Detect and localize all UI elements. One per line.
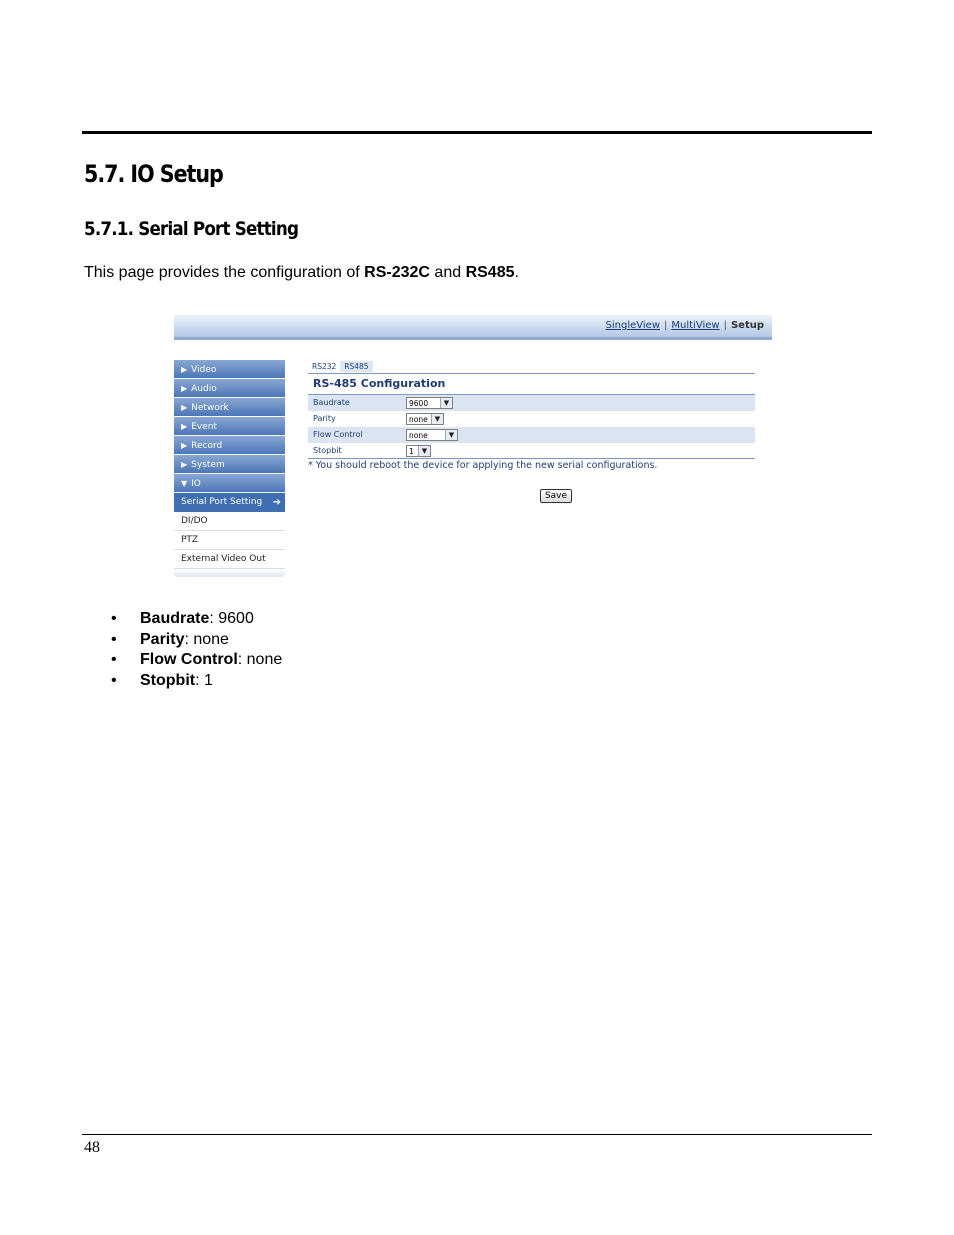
form-row-parity: Parity none ▼ xyxy=(308,411,755,427)
sidebar-item-network[interactable]: ▶ Network xyxy=(174,398,285,417)
parity-select[interactable]: none ▼ xyxy=(406,413,444,425)
parity-label: Parity xyxy=(313,414,336,423)
chevron-down-icon: ▼ xyxy=(431,414,443,424)
intro-text-and: and xyxy=(429,264,466,281)
list-term: Stopbit xyxy=(140,672,196,690)
ui-screenshot: SingleView | MultiView | Setup ▶ Video ▶ Audio… xyxy=(174,315,772,583)
flow-control-label: Flow Control xyxy=(313,430,363,439)
list-term: Parity xyxy=(140,630,185,648)
header-rule xyxy=(82,131,872,134)
sidebar-item-ptz[interactable]: PTZ xyxy=(174,531,285,550)
intro-text: This page provides the configuration of xyxy=(84,264,365,281)
tab-rs485[interactable]: RS485 xyxy=(340,361,373,372)
list-item: Stopbit: 1 xyxy=(110,672,282,693)
intro-period: . xyxy=(514,264,519,281)
sidebar-item-dido[interactable]: DI/DO xyxy=(174,512,285,531)
triangle-down-icon: ▼ xyxy=(181,479,188,488)
sidebar-item-label: IO xyxy=(191,479,201,489)
section-heading: 5.7. IO Setup xyxy=(84,160,224,188)
sidebar-item-audio[interactable]: ▶ Audio xyxy=(174,379,285,398)
triangle-right-icon: ▶ xyxy=(181,441,188,450)
sidebar-item-label: Serial Port Setting xyxy=(181,497,263,507)
sidebar-item-event[interactable]: ▶ Event xyxy=(174,417,285,436)
sidebar-item-record[interactable]: ▶ Record xyxy=(174,436,285,455)
list-item: Baudrate: 9600 xyxy=(110,610,282,631)
sidebar-item-system[interactable]: ▶ System xyxy=(174,455,285,474)
sidebar-footer xyxy=(174,569,285,577)
tab-rs232[interactable]: RS232 xyxy=(308,361,340,372)
list-item: Flow Control: none xyxy=(110,651,282,672)
sidebar-item-external-video-out[interactable]: External Video Out xyxy=(174,550,285,569)
triangle-right-icon: ▶ xyxy=(181,403,188,412)
baudrate-label: Baudrate xyxy=(313,398,350,407)
sidebar-item-label: Video xyxy=(191,365,217,375)
subsection-heading: 5.7.1. Serial Port Setting xyxy=(84,218,299,240)
list-value: : 1 xyxy=(195,672,213,690)
form-divider xyxy=(308,458,755,459)
parity-value: none xyxy=(409,415,428,424)
stopbit-label: Stopbit xyxy=(313,446,342,455)
triangle-right-icon: ▶ xyxy=(181,365,188,374)
nav-separator: | xyxy=(723,320,727,331)
flow-control-value: none xyxy=(409,431,428,440)
top-bar: SingleView | MultiView | Setup xyxy=(174,315,772,340)
sidebar-item-serial-port-setting[interactable]: Serial Port Setting ➔ xyxy=(174,493,285,512)
intro-paragraph: This page provides the configuration of … xyxy=(84,264,519,282)
sidebar-menu: ▶ Video ▶ Audio ▶ Network ▶ Event ▶ Record ▶ S… xyxy=(174,360,285,577)
sidebar-item-label: Audio xyxy=(191,384,217,394)
sidebar-item-io[interactable]: ▼ IO xyxy=(174,474,285,493)
sidebar-item-label: Network xyxy=(191,403,229,413)
top-nav: SingleView | MultiView | Setup xyxy=(606,320,764,331)
nav-setup[interactable]: Setup xyxy=(731,320,764,331)
tab-divider xyxy=(308,373,755,374)
list-value: : none xyxy=(237,651,283,669)
flow-control-select[interactable]: none ▼ xyxy=(406,429,458,441)
intro-term-rs232c: RS-232C xyxy=(364,264,430,281)
triangle-right-icon: ▶ xyxy=(181,460,188,469)
page-number: 48 xyxy=(84,1139,100,1156)
chevron-down-icon: ▼ xyxy=(418,446,430,456)
sidebar-item-label: Event xyxy=(191,422,217,432)
save-button[interactable]: Save xyxy=(540,489,572,503)
nav-singleview[interactable]: SingleView xyxy=(606,320,660,331)
form-row-flow-control: Flow Control none ▼ xyxy=(308,427,755,443)
list-value: : none xyxy=(184,630,229,648)
nav-separator: | xyxy=(664,320,668,331)
triangle-right-icon: ▶ xyxy=(181,422,188,431)
settings-list: Baudrate: 9600 Parity: none Flow Control… xyxy=(110,610,282,693)
list-value: : 9600 xyxy=(209,610,254,627)
tab-bar: RS232 RS485 xyxy=(308,361,373,373)
reboot-note: * You should reboot the device for apply… xyxy=(308,460,658,471)
sidebar-item-video[interactable]: ▶ Video xyxy=(174,360,285,379)
baudrate-select[interactable]: 9600 ▼ xyxy=(406,397,453,409)
chevron-down-icon: ▼ xyxy=(445,430,457,440)
form-row-stopbit: Stopbit 1 ▼ xyxy=(308,443,755,459)
list-term: Baudrate xyxy=(140,610,210,627)
stopbit-select[interactable]: 1 ▼ xyxy=(406,445,431,457)
sidebar-item-label: Record xyxy=(191,441,223,451)
form-row-baudrate: Baudrate 9600 ▼ xyxy=(308,395,755,411)
baudrate-value: 9600 xyxy=(409,399,429,408)
form-title: RS-485 Configuration xyxy=(313,377,446,390)
list-item: Parity: none xyxy=(110,631,282,652)
footer-rule xyxy=(82,1134,872,1135)
nav-multiview[interactable]: MultiView xyxy=(671,320,719,331)
intro-term-rs485: RS485 xyxy=(465,264,515,281)
stopbit-value: 1 xyxy=(409,447,414,456)
sidebar-item-label: System xyxy=(191,460,225,470)
arrow-right-icon: ➔ xyxy=(272,497,281,508)
list-term: Flow Control xyxy=(140,651,238,669)
config-form: Baudrate 9600 ▼ Parity none ▼ Flow Control… xyxy=(308,394,755,459)
chevron-down-icon: ▼ xyxy=(440,398,452,408)
triangle-right-icon: ▶ xyxy=(181,384,188,393)
